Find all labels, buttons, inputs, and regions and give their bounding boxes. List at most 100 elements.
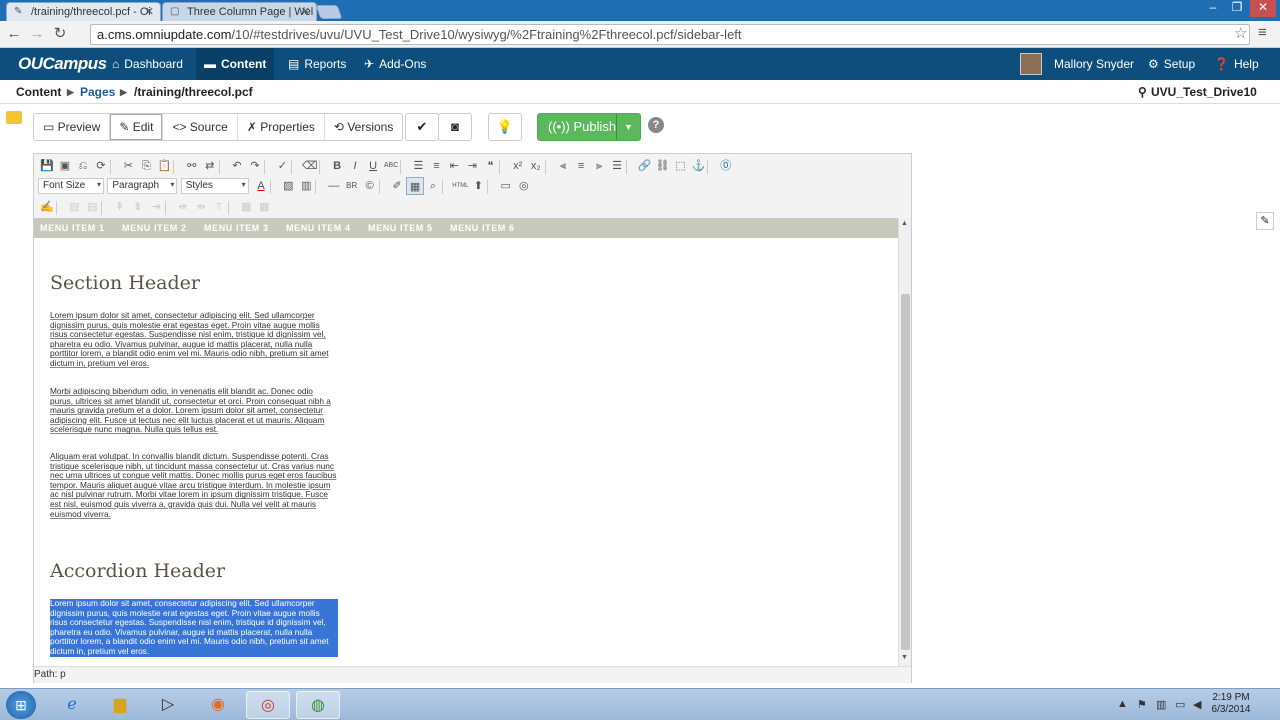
- underline-icon[interactable]: U: [364, 157, 382, 175]
- help-menu[interactable]: ❓ Help: [1206, 48, 1267, 80]
- scroll-down-icon[interactable]: ▼: [901, 654, 908, 661]
- delete-row-icon[interactable]: ⇥: [147, 198, 165, 216]
- publish-button[interactable]: ((•)) Publish ▼: [537, 113, 641, 141]
- media-player-icon[interactable]: ▷: [146, 691, 190, 719]
- align-center-icon[interactable]: ≡: [572, 157, 590, 175]
- avatar[interactable]: [1020, 53, 1042, 75]
- align-right-icon[interactable]: ⫸: [590, 157, 608, 175]
- help-icon[interactable]: ?: [648, 117, 664, 133]
- blockquote-icon[interactable]: ❝: [481, 157, 499, 175]
- file-navigator-icon[interactable]: [6, 111, 22, 124]
- nav-content[interactable]: ▬ Content: [196, 48, 275, 80]
- nav-dashboard[interactable]: ⌂ Dashboard: [104, 48, 191, 80]
- menu-item[interactable]: MENU ITEM 4: [286, 223, 351, 233]
- replace-icon[interactable]: ⇄: [201, 157, 219, 175]
- justify-icon[interactable]: ☰: [608, 157, 626, 175]
- browser-tab[interactable]: ▢ Three Column Page | Wel ✕: [162, 2, 317, 21]
- paste-icon[interactable]: 📋: [155, 157, 173, 175]
- volume-icon[interactable]: ◀: [1193, 698, 1201, 711]
- setup-menu[interactable]: ⚙ Setup: [1140, 48, 1203, 80]
- bookmark-star-icon[interactable]: ☆: [1234, 24, 1247, 42]
- insert-table-icon[interactable]: ▤: [65, 198, 83, 216]
- lightbulb-icon[interactable]: 💡: [488, 113, 522, 141]
- scroll-up-icon[interactable]: ▲: [901, 220, 908, 227]
- camtasia-icon[interactable]: ◍: [296, 691, 340, 719]
- flag-icon[interactable]: ⚑: [1137, 698, 1147, 711]
- indent-icon[interactable]: ⇥: [463, 157, 481, 175]
- bullet-list-icon[interactable]: ☰: [409, 157, 427, 175]
- save-icon[interactable]: 💾: [38, 157, 56, 175]
- preview-icon[interactable]: ◎: [515, 177, 533, 195]
- template-icon[interactable]: ▭: [497, 177, 515, 195]
- explorer-icon[interactable]: ▆: [98, 691, 142, 719]
- tab-properties[interactable]: ✗ Properties: [238, 114, 325, 140]
- logo[interactable]: OUCampus: [18, 54, 107, 74]
- forward-icon[interactable]: →: [27, 25, 47, 43]
- battery-icon[interactable]: ▭: [1175, 698, 1185, 711]
- snippet-icon[interactable]: ⬆: [469, 177, 487, 195]
- accordion-header[interactable]: Accordion Header: [50, 560, 225, 582]
- back-icon[interactable]: ←: [4, 25, 24, 43]
- network-icon[interactable]: ▥: [1156, 698, 1166, 711]
- copy-icon[interactable]: ⎘: [137, 157, 155, 175]
- nav-reports[interactable]: ▤ Reports: [280, 48, 354, 80]
- close-tab-icon[interactable]: ✕: [301, 5, 310, 18]
- edit-form-icon[interactable]: ✍: [38, 198, 56, 216]
- help-circle-icon[interactable]: ⓪: [717, 157, 735, 175]
- maximize-icon[interactable]: ❐: [1226, 0, 1248, 17]
- cut-icon[interactable]: ✂: [119, 157, 137, 175]
- outdent-icon[interactable]: ⇤: [445, 157, 463, 175]
- editor-scrollbar[interactable]: ▲ ▼: [898, 218, 911, 666]
- path-text[interactable]: Path: p: [34, 669, 66, 680]
- spellcheck-icon[interactable]: ⟳: [92, 157, 110, 175]
- align-left-icon[interactable]: ⫷: [554, 157, 572, 175]
- section-header[interactable]: Section Header: [50, 272, 200, 294]
- eraser-icon[interactable]: ⌫: [301, 157, 319, 175]
- horizontal-rule-icon[interactable]: —: [325, 177, 343, 195]
- url-field[interactable]: a.cms.omniupdate.com/10/#testdrives/uvu/…: [90, 24, 1250, 45]
- scrollbar-thumb[interactable]: [901, 294, 910, 650]
- copyright-icon[interactable]: ©: [361, 177, 379, 195]
- tab-preview[interactable]: ▭ Preview: [34, 114, 111, 140]
- menu-item[interactable]: MENU ITEM 1: [40, 223, 105, 233]
- html-icon[interactable]: HTML: [451, 177, 469, 195]
- col-after-icon[interactable]: ⇻: [192, 198, 210, 216]
- browser-menu-icon[interactable]: ≡: [1258, 24, 1267, 41]
- table-icon[interactable]: ▦: [406, 177, 425, 195]
- delete-col-icon[interactable]: ⫪: [210, 198, 228, 216]
- paragraph[interactable]: Aliquam erat volutpat. In convallis blan…: [50, 451, 338, 519]
- undo-icon[interactable]: ↶: [228, 157, 246, 175]
- close-window-icon[interactable]: ✕: [1250, 0, 1276, 17]
- insert-media-icon[interactable]: ▥: [297, 177, 315, 195]
- paragraph-select[interactable]: Paragraph: [107, 178, 178, 194]
- save-all-icon[interactable]: ▣: [56, 157, 74, 175]
- menu-item[interactable]: MENU ITEM 2: [122, 223, 187, 233]
- anchor-icon[interactable]: ⚓: [689, 157, 707, 175]
- italic-icon[interactable]: I: [346, 157, 364, 175]
- tab-versions[interactable]: ⟲ Versions: [325, 114, 402, 140]
- breadcrumb-content[interactable]: Content: [16, 85, 61, 99]
- subscript-icon[interactable]: x₂: [527, 157, 545, 175]
- table-props-icon[interactable]: ▤: [83, 198, 101, 216]
- chrome-icon[interactable]: ◎: [246, 691, 290, 719]
- system-clock[interactable]: 2:19 PM 6/3/2014: [1208, 692, 1254, 716]
- breadcrumb-pages[interactable]: Pages: [80, 85, 115, 99]
- selected-paragraph[interactable]: Lorem ipsum dolor sit amet, consectetur …: [50, 598, 338, 657]
- minimize-icon[interactable]: –: [1202, 0, 1224, 17]
- text-color-icon[interactable]: A: [252, 177, 270, 195]
- tray-arrow-icon[interactable]: ▲: [1117, 698, 1128, 710]
- spell-icon[interactable]: ✓: [273, 157, 291, 175]
- bold-icon[interactable]: B: [328, 157, 346, 175]
- paragraph[interactable]: Morbi adipiscing bibendum odio, in venen…: [50, 386, 338, 435]
- row-after-icon[interactable]: ⇟: [129, 198, 147, 216]
- redo-icon[interactable]: ↷: [246, 157, 264, 175]
- unlink-icon[interactable]: ⛓: [653, 157, 671, 175]
- link-icon[interactable]: 🔗: [635, 157, 653, 175]
- strikethrough-icon[interactable]: ABC: [382, 157, 400, 175]
- insert-image-icon[interactable]: ▨: [279, 177, 297, 195]
- pin-icon[interactable]: ✎: [1256, 212, 1274, 230]
- merge-cells-icon[interactable]: ▦: [255, 198, 273, 216]
- tab-edit[interactable]: ✎ Edit: [110, 114, 164, 140]
- start-button[interactable]: ⊞: [6, 691, 36, 719]
- firefox-icon[interactable]: ◉: [196, 691, 240, 719]
